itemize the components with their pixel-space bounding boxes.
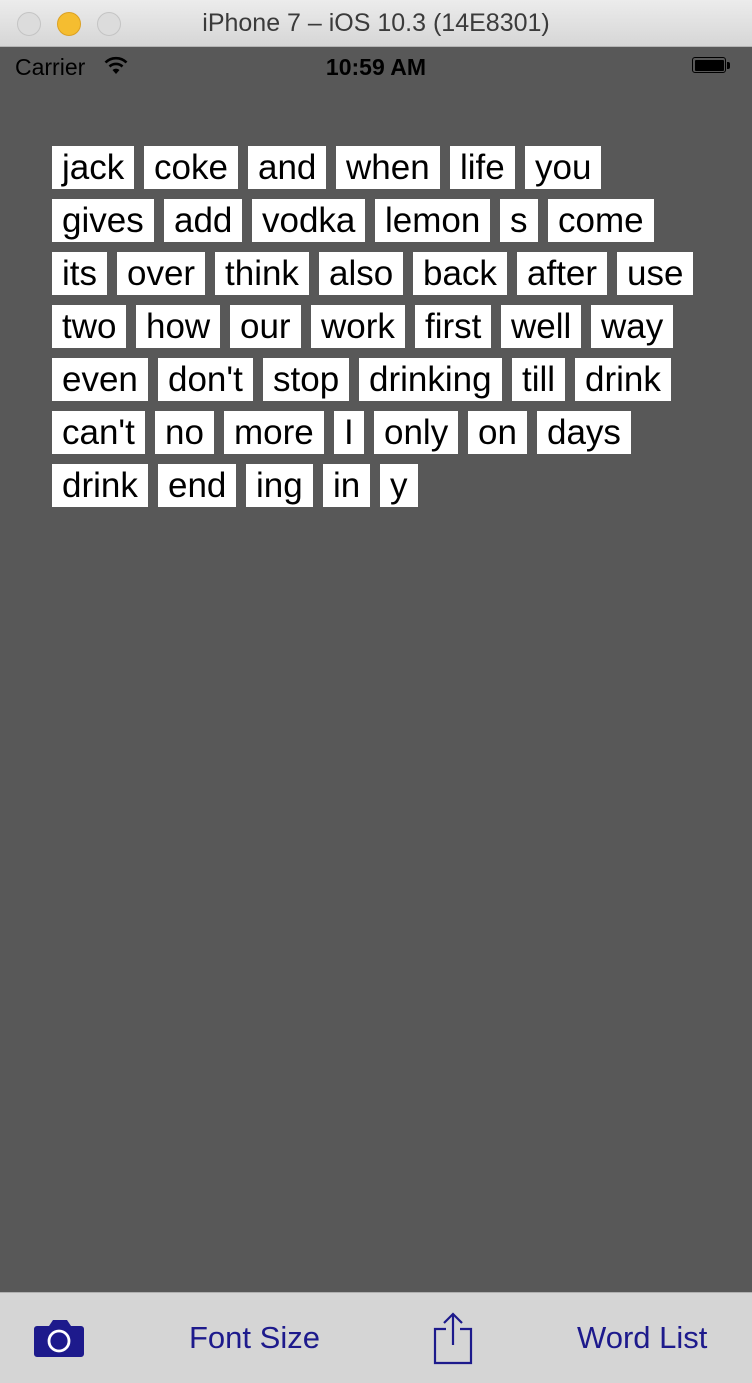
word-tile[interactable]: in xyxy=(323,464,371,507)
status-time: 10:59 AM xyxy=(325,54,427,80)
word-tile[interactable]: no xyxy=(155,411,214,454)
word-tile[interactable]: think xyxy=(215,252,309,295)
word-tile[interactable]: jack xyxy=(52,146,135,189)
word-tile[interactable]: also xyxy=(319,252,404,295)
word-tile[interactable]: well xyxy=(501,305,582,348)
word-tile[interactable]: only xyxy=(374,411,459,454)
word-tile[interactable]: after xyxy=(517,252,608,295)
word-tile[interactable]: till xyxy=(512,358,566,401)
word-tile[interactable]: can't xyxy=(52,411,145,454)
camera-icon xyxy=(34,1320,84,1357)
word-tile[interactable]: and xyxy=(248,146,327,189)
simulator-window: iPhone 7 – iOS 10.3 (14E8301) Carrier 10… xyxy=(0,0,752,1383)
word-tile[interactable]: life xyxy=(450,146,515,189)
word-tile[interactable]: drink xyxy=(575,358,671,401)
word-tile[interactable]: two xyxy=(52,305,127,348)
word-tile[interactable]: s xyxy=(500,199,538,242)
font-size-button[interactable]: Font Size xyxy=(189,1293,320,1383)
word-tile[interactable]: even xyxy=(52,358,148,401)
word-tile[interactable]: I xyxy=(334,411,364,454)
window-title: iPhone 7 – iOS 10.3 (14E8301) xyxy=(202,9,550,37)
word-list-button[interactable]: Word List xyxy=(577,1293,707,1383)
camera-button[interactable] xyxy=(33,1293,85,1383)
word-tile[interactable]: stop xyxy=(263,358,350,401)
word-tile[interactable]: add xyxy=(164,199,243,242)
word-tile[interactable]: on xyxy=(468,411,527,454)
bottom-toolbar: Font Size Word List xyxy=(0,1292,752,1383)
status-bar: Carrier 10:59 AM xyxy=(0,48,752,88)
share-icon xyxy=(433,1312,473,1365)
word-tile[interactable]: don't xyxy=(158,358,253,401)
word-tile[interactable]: end xyxy=(158,464,237,507)
share-button[interactable] xyxy=(432,1293,474,1383)
word-tile[interactable]: our xyxy=(230,305,301,348)
word-tile[interactable]: when xyxy=(336,146,440,189)
word-tile[interactable]: first xyxy=(415,305,492,348)
word-tile[interactable]: way xyxy=(591,305,674,348)
word-tile[interactable]: days xyxy=(537,411,631,454)
word-tile[interactable]: work xyxy=(311,305,405,348)
word-tile[interactable]: come xyxy=(548,199,654,242)
word-tile[interactable]: y xyxy=(380,464,418,507)
word-tile[interactable]: gives xyxy=(52,199,154,242)
word-tile[interactable]: back xyxy=(413,252,507,295)
word-tile[interactable]: how xyxy=(136,305,221,348)
word-tile[interactable]: vodka xyxy=(252,199,366,242)
word-tile[interactable]: more xyxy=(224,411,324,454)
battery-icon xyxy=(692,57,732,75)
word-tile[interactable]: you xyxy=(525,146,602,189)
word-tile[interactable]: over xyxy=(117,252,206,295)
word-tile[interactable]: coke xyxy=(144,146,238,189)
word-tile[interactable]: use xyxy=(617,252,694,295)
window-titlebar: iPhone 7 – iOS 10.3 (14E8301) xyxy=(0,0,752,47)
word-tile[interactable]: drinking xyxy=(359,358,502,401)
word-tile[interactable]: its xyxy=(52,252,107,295)
word-tile[interactable]: drink xyxy=(52,464,148,507)
word-tile[interactable]: lemon xyxy=(375,199,491,242)
word-tile[interactable]: ing xyxy=(246,464,313,507)
